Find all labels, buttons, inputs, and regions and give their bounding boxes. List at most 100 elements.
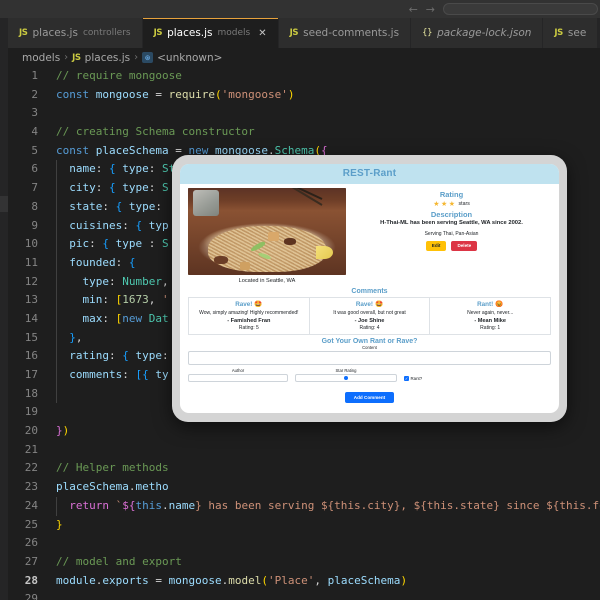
photo-meat-1 — [214, 256, 228, 264]
code-line-text: // require mongoose — [52, 67, 182, 86]
code-token: : — [102, 293, 116, 307]
js-file-icon: JS — [289, 28, 299, 38]
code-line[interactable]: 1 // require mongoose — [8, 67, 600, 86]
star-rating-slider[interactable] — [295, 374, 397, 382]
add-comment-button[interactable]: Add Comment — [344, 392, 395, 403]
code-line-text: rating: { type: — [52, 347, 169, 366]
line-number: 28 — [24, 573, 38, 587]
code-line-text: }, — [52, 328, 83, 348]
code-line[interactable]: 3 — [8, 104, 600, 123]
edit-button[interactable]: Edit — [425, 240, 447, 251]
delete-button[interactable]: Delete — [451, 240, 478, 251]
comment-author: - Famished Fran — [227, 317, 271, 324]
code-token: // creating Schema constructor — [56, 125, 255, 139]
rant-checkbox-group[interactable]: ✓ Rant? — [404, 376, 422, 382]
comment-form: Content Author Star Rating ✓ Rant? Add C… — [188, 345, 551, 404]
indent-guide — [56, 253, 57, 273]
star-icon-2: ★ — [440, 201, 448, 208]
code-token: mongoose — [95, 87, 149, 101]
code-line[interactable]: 22 // Helper methods — [8, 459, 600, 478]
editor-tab-4[interactable]: JS see — [543, 18, 599, 48]
code-line-text: const mongoose = require('mongoose') — [52, 86, 294, 105]
activity-bar[interactable] — [0, 18, 8, 600]
code-token: { — [109, 162, 116, 176]
code-token: : — [155, 199, 169, 213]
code-line[interactable]: 21 — [8, 441, 600, 460]
code-token: module — [56, 573, 96, 587]
author-label: Author — [231, 368, 245, 373]
code-line[interactable]: 27 // model and export — [8, 553, 600, 572]
code-line-text: }) — [52, 422, 69, 441]
code-line-text — [52, 104, 56, 123]
code-token: , — [75, 330, 83, 344]
code-token: pic — [56, 237, 90, 251]
code-line-text: founded: { — [52, 253, 135, 273]
code-line-text: city: { type: S — [52, 179, 169, 198]
editor-tab-2[interactable]: JS seed-comments.js — [278, 18, 412, 48]
code-token: = — [148, 573, 169, 587]
comment-emoji-icon: 😡 — [495, 301, 504, 308]
code-token: exports — [102, 573, 149, 587]
comment-body: Never again, never... — [467, 309, 514, 316]
content-textarea[interactable] — [188, 351, 551, 365]
code-line[interactable]: 2 const mongoose = require('mongoose') — [8, 86, 600, 105]
comment-form-title: Got Your Own Rant or Rave? — [321, 338, 418, 345]
code-token: ( — [261, 573, 268, 587]
rant-label: Rant? — [410, 376, 423, 381]
star-icon-3: ★ — [448, 201, 456, 208]
code-token: founded — [56, 255, 116, 269]
code-line[interactable]: 25} — [8, 516, 600, 535]
breadcrumb-folder[interactable]: models — [22, 52, 60, 64]
breadcrumb-symbol[interactable]: <unknown> — [157, 52, 222, 64]
code-token: : — [102, 199, 116, 213]
editor-tab-1[interactable]: JS places.js models ✕ — [142, 18, 279, 48]
comment-heading: Rant! 😡 — [434, 300, 546, 309]
code-token: min — [56, 293, 103, 307]
code-line[interactable]: 24 return `${this.name} has been serving… — [8, 496, 600, 516]
code-line[interactable]: 20}) — [8, 422, 600, 441]
comment-card: Rave! 🤩 It was good overall, but not great… — [309, 297, 431, 335]
code-line-text: // Helper methods — [52, 459, 169, 478]
code-line[interactable]: 29 — [8, 590, 600, 600]
code-line-text: pic: { type : S — [52, 235, 169, 254]
line-number: 10 — [24, 237, 38, 251]
url-input[interactable] — [443, 3, 598, 15]
code-token: type — [109, 237, 149, 251]
line-number: 8 — [31, 199, 38, 213]
form-row-secondary: Author Star Rating ✓ Rant? — [188, 368, 551, 382]
line-number: 25 — [24, 517, 38, 531]
code-line[interactable]: 23 placeSchema.metho — [8, 478, 600, 497]
forward-icon[interactable]: → — [426, 4, 435, 15]
slider-thumb[interactable] — [344, 376, 348, 380]
rest-rant-page: REST-Rant Located in Seattle, WA Rating … — [180, 164, 559, 413]
code-token: ) — [400, 573, 408, 587]
editor-tab-3[interactable]: {} package-lock.json — [411, 18, 544, 48]
code-token: new — [122, 311, 143, 325]
line-number: 7 — [31, 181, 38, 195]
breadcrumb[interactable]: models › JS places.js › ⊛ <unknown> — [8, 48, 600, 67]
code-token: . — [161, 498, 169, 512]
app-title: REST-Rant — [180, 164, 559, 184]
rant-checkbox[interactable]: ✓ — [404, 376, 409, 381]
code-token: comments — [56, 368, 123, 381]
comment-heading-text: Rave! — [235, 300, 253, 308]
editor-tab-0[interactable]: JS places.js controllers — [8, 18, 143, 48]
code-line-text: cuisines: { typ — [52, 216, 169, 236]
breadcrumb-file[interactable]: places.js — [85, 52, 130, 64]
browser-overlay-window[interactable]: REST-Rant Located in Seattle, WA Rating … — [172, 155, 567, 422]
code-line[interactable]: 26 — [8, 534, 600, 553]
line-number: 20 — [24, 424, 38, 438]
comment-author: - Mean Mike — [474, 317, 507, 324]
author-input[interactable] — [188, 374, 288, 382]
close-icon[interactable]: ✕ — [258, 28, 266, 39]
code-token: Dat — [148, 311, 169, 325]
code-token: city — [56, 181, 96, 195]
code-line[interactable]: 4 // creating Schema constructor — [8, 123, 600, 142]
code-line[interactable]: 28 module.exports = mongoose.model('Place… — [8, 572, 600, 591]
back-icon[interactable]: ← — [409, 4, 418, 15]
code-token: type — [56, 274, 109, 288]
line-number: 3 — [31, 106, 38, 120]
browser-chrome: ← → — [0, 0, 600, 18]
editor-tabbar[interactable]: JS places.js controllers JS places.js models ✕… — [8, 18, 600, 48]
